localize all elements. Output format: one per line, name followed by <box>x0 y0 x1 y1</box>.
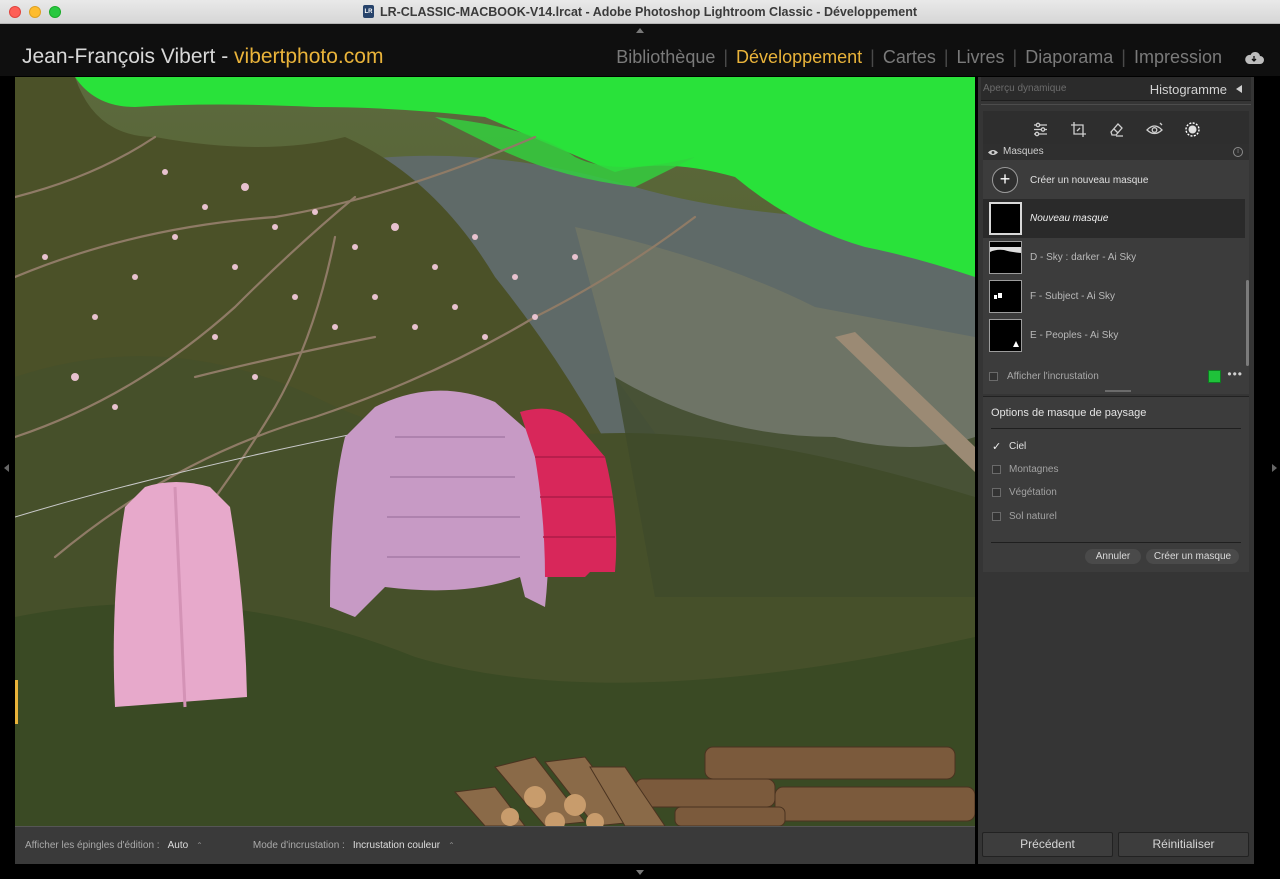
create-mask-button[interactable]: Créer un masque <box>1146 549 1239 564</box>
identity-name: Jean-François Vibert - <box>22 45 235 68</box>
create-new-mask-label: Créer un nouveau masque <box>1030 174 1149 186</box>
mask-item-peoples[interactable]: E - Peoples - Ai Sky <box>983 316 1245 355</box>
option-label: Végétation <box>1009 487 1057 498</box>
identity-module-bar: Jean-François Vibert - vibertphoto.com B… <box>0 24 1280 76</box>
mask-thumbnail <box>989 241 1022 274</box>
module-slideshow[interactable]: Diaporama <box>1025 47 1113 68</box>
option-mountains[interactable]: Montagnes <box>992 464 1058 475</box>
edit-pin-marker[interactable] <box>15 680 18 724</box>
module-book[interactable]: Livres <box>957 47 1005 68</box>
show-pins-select[interactable]: Auto <box>168 840 189 851</box>
develop-toolbar: Afficher les épingles d'édition : Auto ⌃… <box>15 826 975 864</box>
landscape-mask-options: Options de masque de paysage ✓ Ciel Mont… <box>983 396 1249 572</box>
photo-canvas[interactable] <box>15 77 975 826</box>
chevron-updown-icon: ⌃ <box>448 841 455 850</box>
mask-name: F - Subject - Ai Sky <box>1030 291 1116 302</box>
previous-button[interactable]: Précédent <box>982 832 1113 857</box>
mask-thumbnail <box>989 319 1022 352</box>
overlay-color-swatch[interactable] <box>1208 370 1221 383</box>
mask-thumbnail <box>989 202 1022 235</box>
option-sky[interactable]: ✓ Ciel <box>992 440 1026 453</box>
minimize-window-button[interactable] <box>29 6 41 18</box>
option-checkbox[interactable] <box>992 465 1001 474</box>
right-panel: Aperçu dynamique Histogramme Masques i +… <box>978 77 1254 864</box>
module-picker: Bibliothèque | Développement | Cartes | … <box>616 47 1222 68</box>
photo-image <box>15 77 975 826</box>
option-label: Sol naturel <box>1009 511 1057 522</box>
masks-header: Masques i <box>983 144 1249 160</box>
right-panel-toggle-icon[interactable] <box>1272 464 1277 472</box>
tool-strip <box>983 111 1249 147</box>
option-natural-ground[interactable]: Sol naturel <box>992 511 1057 522</box>
mask-item-sky-darker[interactable]: D - Sky : darker - Ai Sky <box>983 238 1245 277</box>
module-separator: | <box>870 47 875 67</box>
redeye-icon[interactable] <box>1145 121 1163 147</box>
module-separator: | <box>1121 47 1126 67</box>
mask-item-subject[interactable]: F - Subject - Ai Sky <box>983 277 1245 316</box>
show-overlay-checkbox[interactable] <box>989 371 998 381</box>
masks-scrollbar[interactable] <box>1246 280 1249 366</box>
zoom-window-button[interactable] <box>49 6 61 18</box>
module-separator: | <box>723 47 729 67</box>
masking-icon[interactable] <box>1184 121 1201 147</box>
option-checkbox[interactable] <box>992 512 1001 521</box>
top-panel-toggle-icon[interactable] <box>636 28 644 33</box>
reset-button[interactable]: Réinitialiser <box>1118 832 1249 857</box>
plus-icon[interactable]: + <box>992 167 1018 193</box>
left-panel-toggle-icon[interactable] <box>4 464 9 472</box>
option-checkbox[interactable] <box>992 488 1001 497</box>
divider <box>991 542 1241 543</box>
mask-name: D - Sky : darker - Ai Sky <box>1030 252 1137 263</box>
options-title: Options de masque de paysage <box>991 407 1147 419</box>
option-label: Ciel <box>1009 441 1027 452</box>
divider <box>981 104 1251 105</box>
masks-title: Masques <box>1003 146 1044 157</box>
divider <box>991 428 1241 429</box>
module-map[interactable]: Cartes <box>883 47 936 68</box>
filmstrip-toggle-icon[interactable] <box>636 870 644 875</box>
smart-preview-label: Aperçu dynamique <box>983 83 1067 94</box>
mask-item-new[interactable]: Nouveau masque <box>983 199 1245 238</box>
option-vegetation[interactable]: Végétation <box>992 487 1057 498</box>
module-print[interactable]: Impression <box>1134 47 1222 68</box>
lightroom-document-icon: LR <box>362 5 374 18</box>
checkmark-icon: ✓ <box>992 441 1002 453</box>
show-overlay-row: Afficher l'incrustation ••• <box>983 365 1249 387</box>
eraser-icon[interactable] <box>1108 121 1125 147</box>
more-options-icon[interactable]: ••• <box>1227 367 1243 381</box>
panel-resize-handle[interactable] <box>1105 390 1131 392</box>
masks-panel: Masques i + Créer un nouveau masque Nouv… <box>983 144 1249 394</box>
cloud-sync-icon[interactable] <box>1244 51 1264 65</box>
histogram-title: Histogramme <box>1149 82 1227 97</box>
identity-plate: Jean-François Vibert - vibertphoto.com <box>22 45 383 69</box>
chevron-updown-icon: ⌃ <box>196 841 203 850</box>
right-panel-footer: Précédent Réinitialiser <box>978 832 1254 858</box>
show-pins-label: Afficher les épingles d'édition : <box>25 840 160 851</box>
cancel-button[interactable]: Annuler <box>1085 549 1141 564</box>
window-title: LR-CLASSIC-MACBOOK-V14.lrcat - Adobe Pho… <box>379 4 918 19</box>
histogram-collapse-icon[interactable] <box>1236 85 1242 93</box>
option-label: Montagnes <box>1009 464 1059 475</box>
window-titlebar: LR LR-CLASSIC-MACBOOK-V14.lrcat - Adobe … <box>0 0 1280 24</box>
show-overlay-label: Afficher l'incrustation <box>1007 370 1099 382</box>
edit-sliders-icon[interactable] <box>1032 121 1049 147</box>
crop-icon[interactable] <box>1070 121 1087 147</box>
info-icon[interactable]: i <box>1233 147 1243 157</box>
close-window-button[interactable] <box>9 6 21 18</box>
identity-site: vibertphoto.com <box>234 45 384 68</box>
window-title-group: LR LR-CLASSIC-MACBOOK-V14.lrcat - Adobe … <box>362 4 918 19</box>
create-new-mask-row[interactable]: + Créer un nouveau masque <box>983 162 1249 198</box>
overlay-mode-label: Mode d'incrustation : <box>252 840 345 851</box>
module-separator: | <box>1012 47 1018 67</box>
mask-name: Nouveau masque <box>1030 213 1109 224</box>
module-library[interactable]: Bibliothèque <box>616 47 715 68</box>
module-separator: | <box>943 47 949 67</box>
mask-thumbnail <box>989 280 1022 313</box>
mask-name: E - Peoples - Ai Sky <box>1030 330 1119 341</box>
eye-icon[interactable] <box>988 149 998 156</box>
histogram-header[interactable]: Aperçu dynamique Histogramme <box>981 77 1251 101</box>
window-controls <box>9 6 61 18</box>
module-develop[interactable]: Développement <box>736 47 862 68</box>
overlay-mode-select[interactable]: Incrustation couleur <box>353 840 440 851</box>
